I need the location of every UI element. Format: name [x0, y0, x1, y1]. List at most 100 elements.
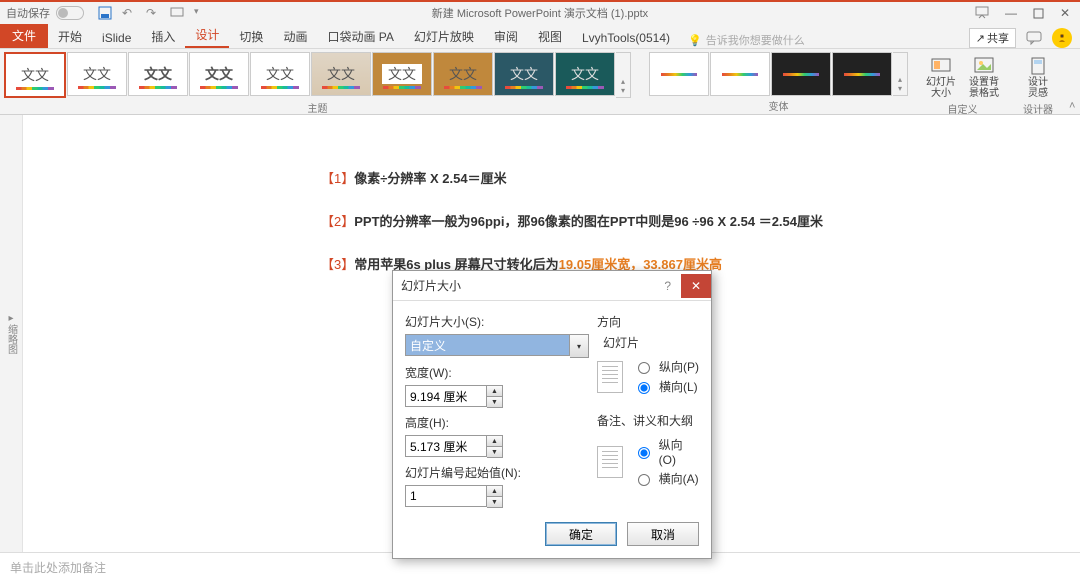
spin-down-icon[interactable]: ▼ [487, 497, 502, 507]
bulb-icon: 💡 [688, 34, 702, 47]
start-slideshow-icon[interactable] [170, 6, 184, 20]
tab-transitions[interactable]: 切换 [229, 25, 273, 48]
tab-pocket-anim[interactable]: 口袋动画 PA [317, 25, 403, 48]
spin-down-icon[interactable]: ▼ [487, 397, 502, 407]
slide-size-icon [930, 55, 952, 77]
spin-up-icon[interactable]: ▲ [487, 486, 502, 497]
start-number-input[interactable] [405, 485, 487, 507]
notes-landscape-radio[interactable] [638, 474, 650, 486]
spin-up-icon[interactable]: ▲ [487, 436, 502, 447]
theme-thumb[interactable]: 文文 [250, 52, 310, 96]
slides-landscape-radio[interactable] [638, 382, 650, 394]
size-combo-value[interactable] [405, 334, 570, 356]
notes-portrait-radio[interactable] [638, 447, 650, 459]
theme-thumb[interactable]: 文文 [311, 52, 371, 96]
dialog-titlebar[interactable]: 幻灯片大小 ? ✕ [393, 271, 711, 301]
width-spinner[interactable]: ▲▼ [405, 385, 589, 408]
theme-thumb[interactable]: 文文 [494, 52, 554, 96]
collapse-ribbon-icon[interactable]: ˄ [1063, 98, 1080, 114]
height-label: 高度(H): [405, 414, 589, 431]
height-input[interactable] [405, 435, 487, 457]
dialog-close-icon[interactable]: ✕ [681, 274, 711, 298]
tab-islide[interactable]: iSlide [92, 28, 141, 48]
tab-view[interactable]: 视图 [528, 25, 572, 48]
variant-thumb[interactable] [649, 52, 709, 96]
dialog-title: 幻灯片大小 [401, 277, 461, 294]
redo-icon[interactable]: ↷ [146, 6, 160, 20]
undo-icon[interactable]: ↶ [122, 6, 136, 20]
variant-gallery-more-icon[interactable]: ▴▾ [893, 52, 908, 96]
width-input[interactable] [405, 385, 487, 407]
variant-thumb[interactable] [710, 52, 770, 96]
themes-group-label: 主题 [308, 100, 328, 115]
ok-button[interactable]: 确定 [545, 522, 617, 546]
share-button[interactable]: ↗共享 [969, 28, 1016, 48]
autosave-label: 自动保存 [6, 5, 50, 21]
theme-thumb[interactable]: 文文 [555, 52, 615, 96]
tab-lvyhtools[interactable]: LvyhTools(0514) [572, 28, 680, 48]
theme-thumb[interactable]: 文文 [67, 52, 127, 96]
theme-gallery[interactable]: 文文 文文 文文 文文 文文 文文 文文 文文 文文 文文 ▴▾ [2, 49, 633, 98]
orientation-preview-icon [597, 361, 623, 393]
tell-me-search[interactable]: 💡告诉我你想要做什么 [688, 32, 805, 48]
theme-thumb[interactable]: 文文 [433, 52, 493, 96]
tab-insert[interactable]: 插入 [141, 25, 185, 48]
slides-orientation-group: 幻灯片 纵向(P) 横向(L) [597, 334, 699, 404]
start-number-label: 幻灯片编号起始值(N): [405, 464, 589, 481]
size-label: 幻灯片大小(S): [405, 313, 589, 330]
tab-animations[interactable]: 动画 [273, 25, 317, 48]
slides-portrait-radio[interactable] [638, 362, 650, 374]
theme-thumb[interactable]: 文文 [4, 52, 66, 98]
format-background-button[interactable]: 设置背 景格式 [963, 52, 1005, 99]
variant-thumb[interactable] [832, 52, 892, 96]
dialog-help-icon[interactable]: ? [654, 279, 681, 293]
customize-group-label: 自定义 [948, 101, 978, 116]
theme-thumb[interactable]: 文文 [189, 52, 249, 96]
maximize-icon[interactable] [1033, 8, 1044, 19]
work-area: ▸缩略图 【1】像素÷分辨率 X 2.54＝厘米 【2】PPT的分辨率一般为96… [0, 115, 1080, 552]
qat-more-icon[interactable]: ▾ [194, 6, 208, 20]
cancel-button[interactable]: 取消 [627, 522, 699, 546]
ribbon-tabs: 文件 开始 iSlide 插入 设计 切换 动画 口袋动画 PA 幻灯片放映 审… [0, 24, 1080, 49]
variant-thumb[interactable] [771, 52, 831, 96]
chevron-down-icon[interactable]: ▾ [570, 334, 589, 358]
spin-down-icon[interactable]: ▼ [487, 447, 502, 457]
variants-group-label: 变体 [769, 98, 789, 113]
slide-canvas[interactable]: 【1】像素÷分辨率 X 2.54＝厘米 【2】PPT的分辨率一般为96ppi，那… [23, 115, 1080, 552]
thumbnails-collapse[interactable]: ▸缩略图 [0, 115, 23, 552]
theme-thumb[interactable]: 文文 [128, 52, 188, 96]
width-label: 宽度(W): [405, 364, 589, 381]
minimize-icon[interactable]: — [1005, 6, 1017, 20]
autosave-toggle[interactable] [56, 6, 84, 20]
save-icon[interactable] [98, 6, 112, 20]
title-bar: 自动保存 ↶ ↷ ▾ 新建 Microsoft PowerPoint 演示文档 … [0, 0, 1080, 24]
share-icon: ↗ [976, 32, 985, 45]
close-icon[interactable]: ✕ [1060, 6, 1070, 20]
file-tab[interactable]: 文件 [0, 23, 48, 48]
orientation-header: 方向 [597, 313, 699, 330]
tab-slideshow[interactable]: 幻灯片放映 [404, 25, 484, 48]
tab-review[interactable]: 审阅 [484, 25, 528, 48]
notes-orientation-group: 备注、讲义和大纲 纵向(O) 横向(A) [597, 412, 699, 490]
tab-design[interactable]: 设计 [185, 23, 229, 48]
designer-group-label: 设计器 [1023, 101, 1053, 116]
variant-gallery[interactable]: ▴▾ [647, 49, 910, 96]
design-ideas-icon [1027, 55, 1049, 77]
tab-home[interactable]: 开始 [48, 25, 92, 48]
design-ideas-button[interactable]: 设计 灵感 [1017, 52, 1059, 99]
spin-up-icon[interactable]: ▲ [487, 386, 502, 397]
start-number-spinner[interactable]: ▲▼ [405, 485, 589, 508]
ribbon-options-icon[interactable] [975, 6, 989, 20]
slide-size-button[interactable]: 幻灯片 大小 [920, 52, 962, 99]
comments-icon[interactable] [1026, 30, 1042, 46]
orientation-preview-icon [597, 446, 623, 478]
theme-thumb[interactable]: 文文 [372, 52, 432, 96]
ribbon-design: 文文 文文 文文 文文 文文 文文 文文 文文 文文 文文 ▴▾ 主题 ▴▾ 变… [0, 49, 1080, 115]
chevron-right-icon: ▸ [8, 313, 13, 324]
size-combo[interactable]: ▾ [405, 334, 589, 358]
slide-size-dialog: 幻灯片大小 ? ✕ 幻灯片大小(S): ▾ 宽度(W): ▲▼ 高度(H): ▲… [392, 270, 712, 559]
format-bg-icon [973, 55, 995, 77]
height-spinner[interactable]: ▲▼ [405, 435, 589, 458]
theme-gallery-more-icon[interactable]: ▴▾ [616, 52, 631, 98]
user-avatar[interactable] [1052, 28, 1072, 48]
